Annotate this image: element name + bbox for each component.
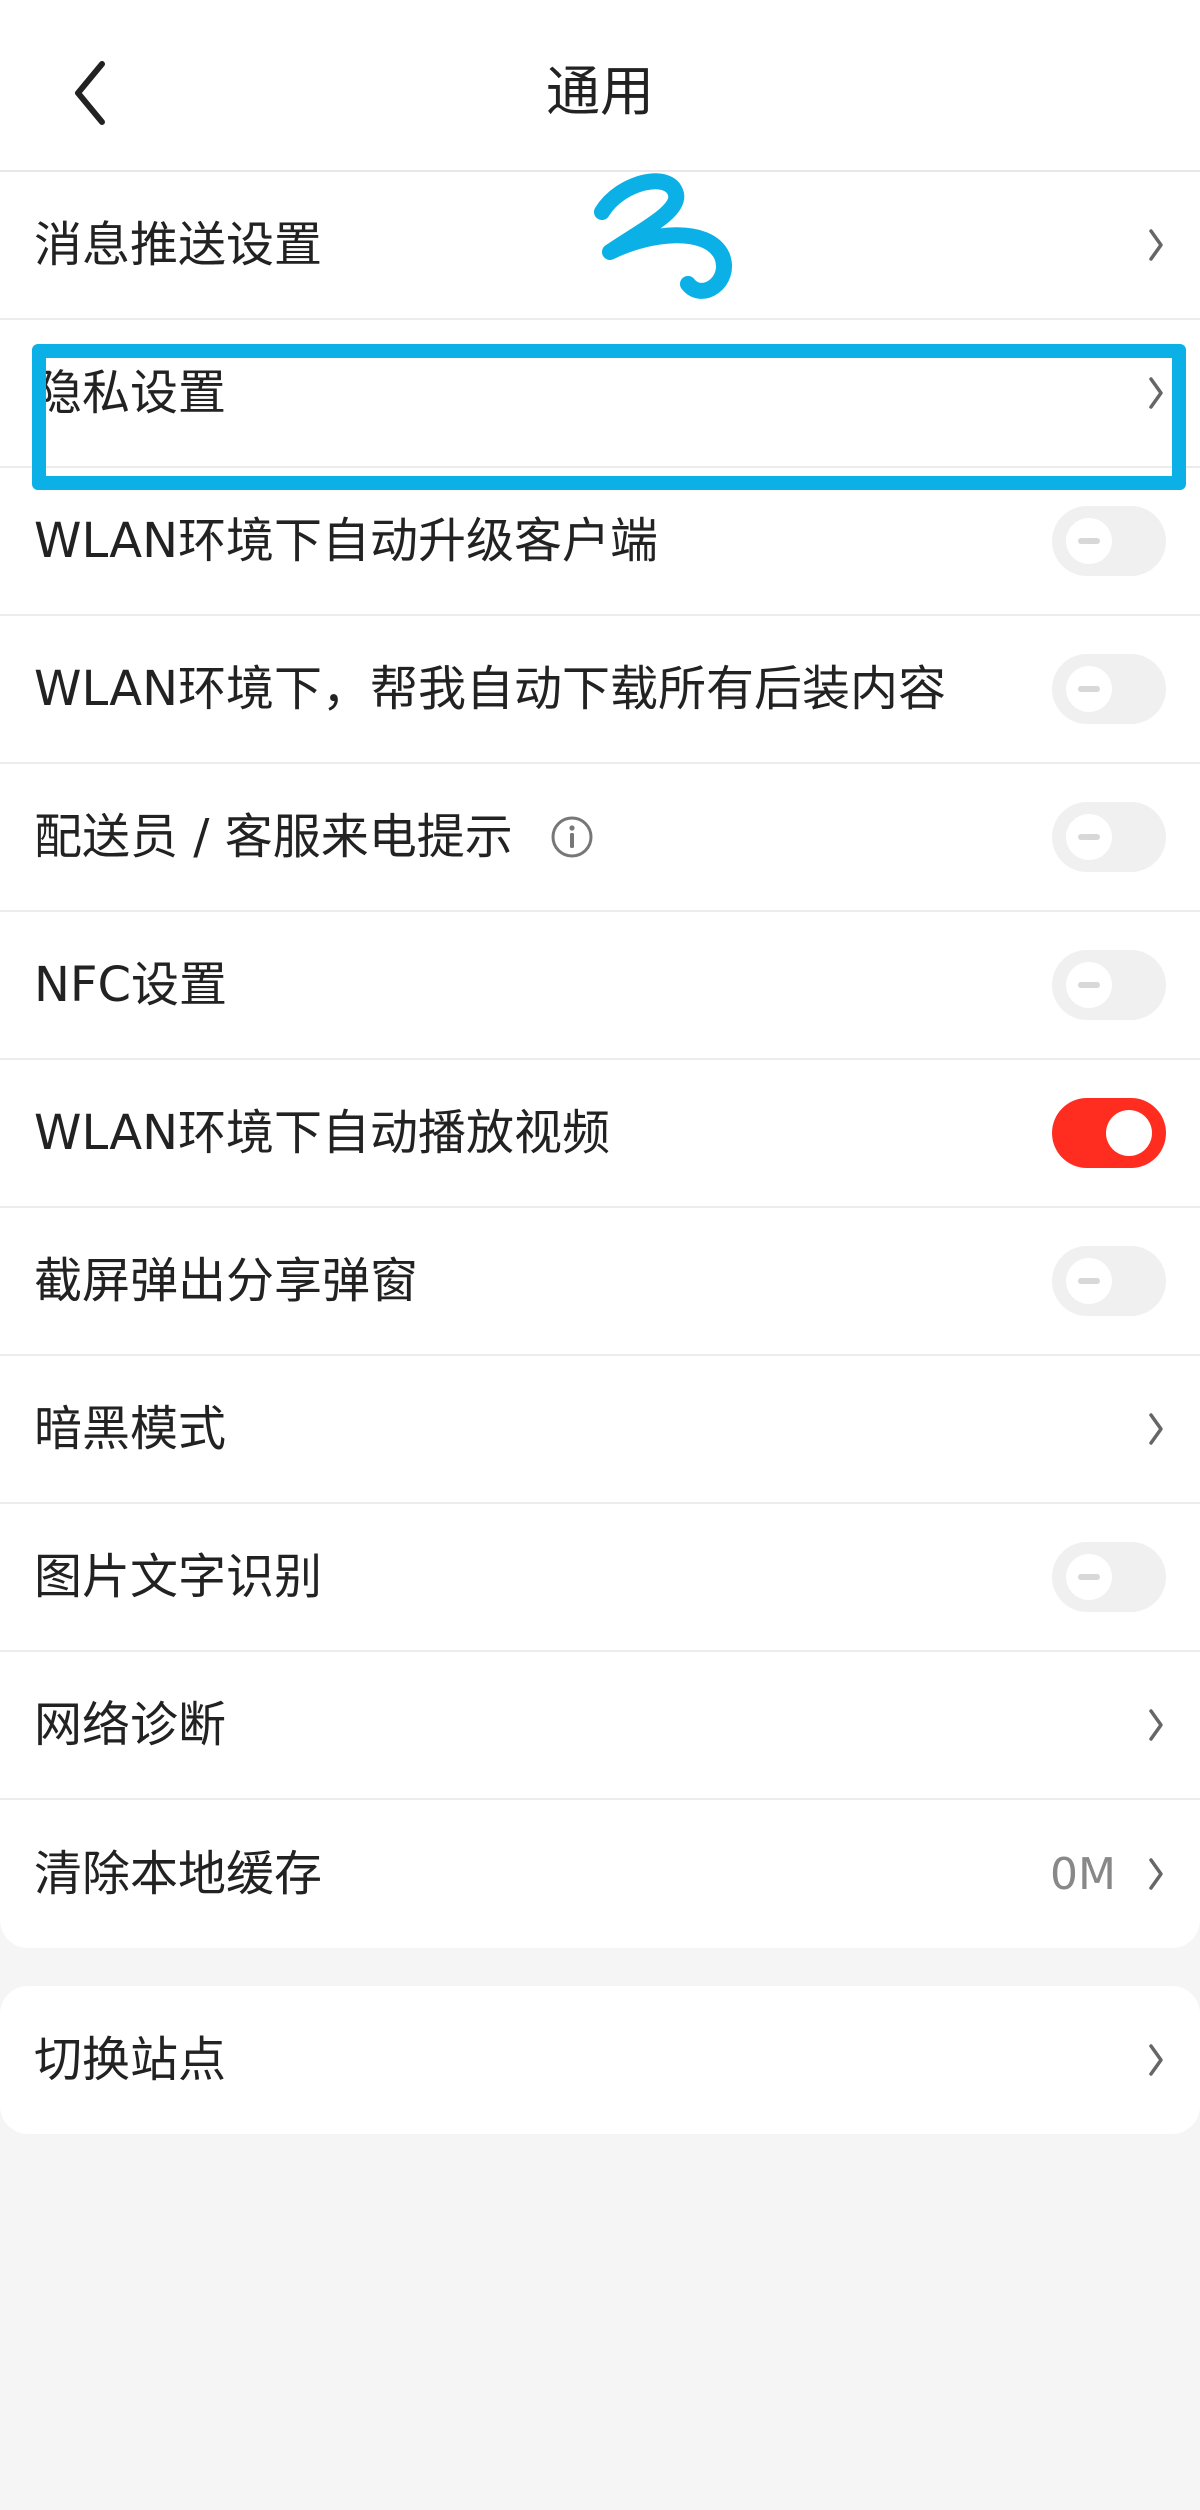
toggle-knob: [1106, 1110, 1152, 1156]
info-circle-icon[interactable]: [550, 815, 594, 859]
page-title: 通用: [546, 60, 654, 123]
autoplay-toggle[interactable]: [1052, 1098, 1166, 1168]
settings-row-courier-call: 配送员 / 客服来电提示: [0, 764, 1200, 912]
cache-size-value: 0M: [1050, 1848, 1116, 1900]
settings-row-push[interactable]: 消息推送设置: [0, 172, 1200, 320]
settings-row-dark-mode[interactable]: 暗黑模式: [0, 1356, 1200, 1504]
toggle-knob: [1066, 962, 1112, 1008]
chevron-right-icon: [1149, 1413, 1163, 1445]
settings-row-clear-cache[interactable]: 清除本地缓存 0M: [0, 1800, 1200, 1948]
settings-row-label: WLAN环境下自动播放视频: [34, 1105, 611, 1161]
settings-row-label: 图片文字识别: [34, 1549, 323, 1605]
settings-row-label: WLAN环境下自动升级客户端: [34, 513, 659, 569]
settings-row-label: 网络诊断: [34, 1697, 227, 1753]
toggle-knob: [1066, 814, 1112, 860]
settings-row-screenshot-share: 截屏弹出分享弹窗: [0, 1208, 1200, 1356]
toggle-knob: [1066, 1258, 1112, 1304]
top-bar: 通用: [0, 0, 1200, 172]
settings-row-label: 清除本地缓存: [34, 1846, 323, 1902]
courier-call-toggle[interactable]: [1052, 802, 1166, 872]
settings-row-label: 消息推送设置: [34, 217, 323, 273]
screenshot-share-toggle[interactable]: [1052, 1246, 1166, 1316]
settings-row-switch-site[interactable]: 切换站点: [0, 1986, 1200, 2134]
toggle-knob: [1066, 1554, 1112, 1600]
nfc-toggle[interactable]: [1052, 950, 1166, 1020]
settings-row-label: 切换站点: [34, 2032, 227, 2088]
auto-upgrade-toggle[interactable]: [1052, 506, 1166, 576]
settings-row-label: 截屏弹出分享弹窗: [34, 1253, 419, 1309]
settings-row-label: 配送员 / 客服来电提示: [34, 809, 513, 865]
chevron-right-icon: [1149, 1858, 1163, 1890]
auto-download-toggle[interactable]: [1052, 654, 1166, 724]
settings-row-label: 隐私设置: [34, 365, 227, 421]
settings-row-image-ocr: 图片文字识别: [0, 1504, 1200, 1652]
toggle-knob: [1066, 666, 1112, 712]
settings-row-autoplay: WLAN环境下自动播放视频: [0, 1060, 1200, 1208]
toggle-knob: [1066, 518, 1112, 564]
chevron-right-icon: [1149, 229, 1163, 261]
settings-row-auto-download: WLAN环境下，帮我自动下载所有后装内容: [0, 616, 1200, 764]
settings-row-privacy[interactable]: 隐私设置: [0, 320, 1200, 468]
settings-row-nfc: NFC设置: [0, 912, 1200, 1060]
chevron-right-icon: [1149, 2044, 1163, 2076]
settings-list-secondary: 切换站点: [0, 1986, 1200, 2134]
settings-row-network-diagnosis[interactable]: 网络诊断: [0, 1652, 1200, 1800]
chevron-right-icon: [1149, 1709, 1163, 1741]
settings-row-auto-upgrade: WLAN环境下自动升级客户端: [0, 468, 1200, 616]
settings-row-label: 暗黑模式: [34, 1401, 227, 1457]
image-ocr-toggle[interactable]: [1052, 1542, 1166, 1612]
settings-row-label: WLAN环境下，帮我自动下载所有后装内容: [34, 661, 947, 717]
settings-row-label: NFC设置: [34, 957, 228, 1013]
settings-list: 消息推送设置 隐私设置 WLAN环境下自动升级客户端 WLAN环境下，帮我自动下…: [0, 172, 1200, 1948]
chevron-right-icon: [1149, 377, 1163, 409]
